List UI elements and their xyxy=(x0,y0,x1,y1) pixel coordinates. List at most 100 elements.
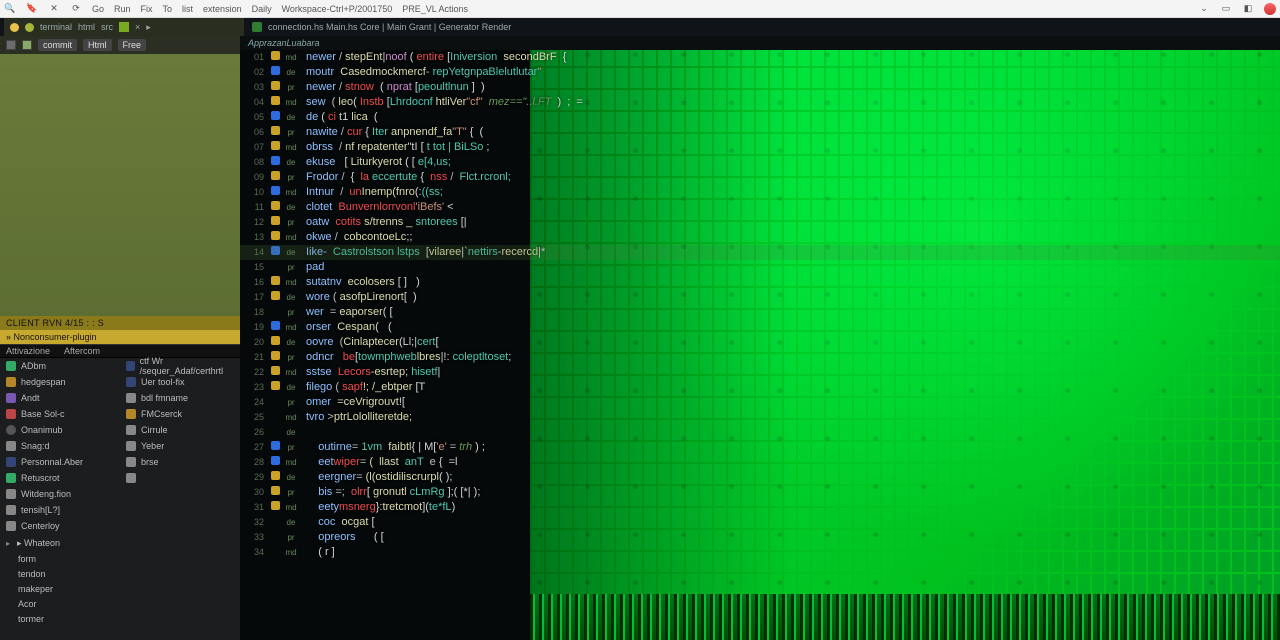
code-line[interactable]: 33pr opreors ( [ xyxy=(240,530,1280,545)
code-editor[interactable]: 01mdnewer / stepEnt|noof ( entire [Inive… xyxy=(240,50,1280,640)
sidebar-item[interactable]: Base Sol-c xyxy=(0,406,120,422)
menu-item[interactable]: list xyxy=(182,4,193,14)
gutter-glyph[interactable] xyxy=(268,110,282,125)
breadcrumb[interactable]: ApprazanLuabara xyxy=(240,36,1280,50)
toolbar-button[interactable]: commit xyxy=(38,39,77,51)
sidebar-section-header[interactable]: CLIENT RVN 4/15 : : S xyxy=(0,316,240,330)
minimize-icon[interactable]: ▭ xyxy=(1220,3,1232,15)
code-line[interactable]: 14deIike- Castrolstson lstps [vilaree|`n… xyxy=(240,245,1280,260)
gutter-glyph[interactable] xyxy=(268,50,282,65)
sidebar-item[interactable]: FMCserck xyxy=(120,406,240,422)
sidebar-item[interactable]: tensih[L?] xyxy=(0,502,120,518)
gutter-glyph[interactable] xyxy=(268,200,282,215)
sidebar-item[interactable]: Personnal.Aber xyxy=(0,454,120,470)
checkbox-icon[interactable] xyxy=(22,40,32,50)
sidebar-item[interactable]: Cirrule xyxy=(120,422,240,438)
gutter-glyph[interactable] xyxy=(268,125,282,140)
reload-icon[interactable]: ⟳ xyxy=(70,3,82,15)
sidebar-item[interactable]: ctf Wr /sequer_Adaf/certhrtl xyxy=(120,358,240,374)
code-line[interactable]: 28md eetwiper= ( llast anT e { =l xyxy=(240,455,1280,470)
gutter-glyph[interactable] xyxy=(268,215,282,230)
tab-label[interactable]: html xyxy=(78,22,95,32)
code-line[interactable]: 31md eetymsnerg}:tretcmot](te*fL) xyxy=(240,500,1280,515)
code-line[interactable]: 04mdsew ( leo( Instb [Lhrdocnf htliVer"c… xyxy=(240,95,1280,110)
bookmark-icon[interactable]: 🔖 xyxy=(26,3,38,15)
tree-item[interactable]: tendon xyxy=(0,566,240,581)
restore-icon[interactable]: ◧ xyxy=(1242,3,1254,15)
menu-item[interactable]: Fix xyxy=(141,4,153,14)
sidebar-item[interactable]: Retuscrot xyxy=(0,470,120,486)
code-line[interactable]: 13mdokwe / cobcontoeLc;; xyxy=(240,230,1280,245)
code-line[interactable]: 10mdIntnur / unInemp(fnro(:((ss; xyxy=(240,185,1280,200)
gutter-glyph[interactable] xyxy=(268,230,282,245)
sidebar-item[interactable]: hedgespan xyxy=(0,374,120,390)
code-line[interactable]: 25mdtvro >ptrLololliteretde; xyxy=(240,410,1280,425)
sidebar-item[interactable]: Andt xyxy=(0,390,120,406)
search-icon[interactable]: 🔍 xyxy=(4,3,16,15)
gutter-glyph[interactable] xyxy=(268,290,282,305)
menu-item[interactable]: Workspace-Ctrl+P/2001750 xyxy=(282,4,393,14)
gutter-glyph[interactable] xyxy=(268,500,282,515)
sidebar-item[interactable]: brse xyxy=(120,454,240,470)
gutter-glyph[interactable] xyxy=(268,140,282,155)
tab-close-icon[interactable]: × xyxy=(135,22,140,32)
code-line[interactable]: 22mdsstse Lecors-esrtep; hisetf| xyxy=(240,365,1280,380)
gutter-glyph[interactable] xyxy=(268,380,282,395)
sidebar-item[interactable]: Onanimub xyxy=(0,422,120,438)
gutter-glyph[interactable] xyxy=(268,365,282,380)
menu-item[interactable]: Go xyxy=(92,4,104,14)
code-line[interactable]: 16mdsutatnv ecolosers [ ] ) xyxy=(240,275,1280,290)
menu-item[interactable]: Daily xyxy=(252,4,272,14)
code-line[interactable]: 29de eergner= (l(ostidiliscrurpl( ); xyxy=(240,470,1280,485)
code-line[interactable]: 34md ( r ] xyxy=(240,545,1280,560)
gutter-glyph[interactable] xyxy=(268,335,282,350)
tree-item[interactable]: form xyxy=(0,551,240,566)
tab-label[interactable]: terminal xyxy=(40,22,72,32)
tree-item[interactable]: Acor xyxy=(0,596,240,611)
gutter-glyph[interactable] xyxy=(268,185,282,200)
open-file-tab[interactable]: connection.hs Main.hs Core | Main Grant … xyxy=(268,22,511,32)
tab-label[interactable]: src xyxy=(101,22,113,32)
gutter-glyph[interactable] xyxy=(268,95,282,110)
gutter-glyph[interactable] xyxy=(268,320,282,335)
code-line[interactable]: 18prwer = eaporser( [ xyxy=(240,305,1280,320)
sidebar-item[interactable]: ADbm xyxy=(0,358,120,374)
gutter-glyph[interactable] xyxy=(268,440,282,455)
code-line[interactable]: 19mdorser Cespan( ( xyxy=(240,320,1280,335)
code-line[interactable]: 24promer =ceVrigrouvt![ xyxy=(240,395,1280,410)
gutter-glyph[interactable] xyxy=(268,455,282,470)
gutter-glyph[interactable] xyxy=(268,275,282,290)
code-line[interactable]: 07mdobrss / nf repatenter"tI [ t tot | B… xyxy=(240,140,1280,155)
code-line[interactable]: 26de xyxy=(240,425,1280,440)
code-line[interactable]: 15prpad xyxy=(240,260,1280,275)
close-icon[interactable]: ✕ xyxy=(48,3,60,15)
tree-item[interactable]: makeper xyxy=(0,581,240,596)
menu-item[interactable]: To xyxy=(163,4,173,14)
user-avatar-icon[interactable] xyxy=(1264,3,1276,15)
tree-header[interactable]: ▸ ▸ Whateon xyxy=(0,536,240,551)
code-line[interactable]: 12proatw cotits s/trenns _ sntorees [| xyxy=(240,215,1280,230)
code-line[interactable]: 27pr outirne= 1vm faibtl{ | M['e' = trh … xyxy=(240,440,1280,455)
toolbar-button[interactable]: Free xyxy=(118,39,147,51)
tree-item[interactable]: tormer xyxy=(0,611,240,626)
gutter-glyph[interactable] xyxy=(268,350,282,365)
code-line[interactable]: 11declotet Bunvernlorrvonl'iBefs' < xyxy=(240,200,1280,215)
panel-tab[interactable]: Aftercom xyxy=(64,346,100,356)
gutter-glyph[interactable] xyxy=(268,485,282,500)
code-line[interactable]: 20deoovre (Cinlaptecer(Ll;|cert[ xyxy=(240,335,1280,350)
code-line[interactable]: 08deekuse [ Liturkyerot ( [ e[4,us; xyxy=(240,155,1280,170)
gutter-glyph[interactable] xyxy=(268,470,282,485)
sidebar-item[interactable] xyxy=(120,470,240,486)
code-line[interactable]: 06prnawite / cur { Iter anpnendf_fa"T" {… xyxy=(240,125,1280,140)
code-line[interactable]: 17dewore ( asofpLirenort[ ) xyxy=(240,290,1280,305)
code-line[interactable]: 02demoutr Casedmockmercf- repYetgnpaBlel… xyxy=(240,65,1280,80)
code-line[interactable]: 03prnewer / stnow ( nprat [peoultlnun ] … xyxy=(240,80,1280,95)
sidebar-item[interactable]: Witdeng.fion xyxy=(0,486,120,502)
gutter-glyph[interactable] xyxy=(268,170,282,185)
code-line[interactable]: 01mdnewer / stepEnt|noof ( entire [Inive… xyxy=(240,50,1280,65)
sidebar-item[interactable]: bdl fmname xyxy=(120,390,240,406)
sidebar-item[interactable]: Yeber xyxy=(120,438,240,454)
panel-tab[interactable]: Attivazione xyxy=(6,346,50,356)
code-line[interactable]: 23defilego ( sapf!; /_ebtper [T xyxy=(240,380,1280,395)
sidebar-item[interactable]: Snag:d xyxy=(0,438,120,454)
